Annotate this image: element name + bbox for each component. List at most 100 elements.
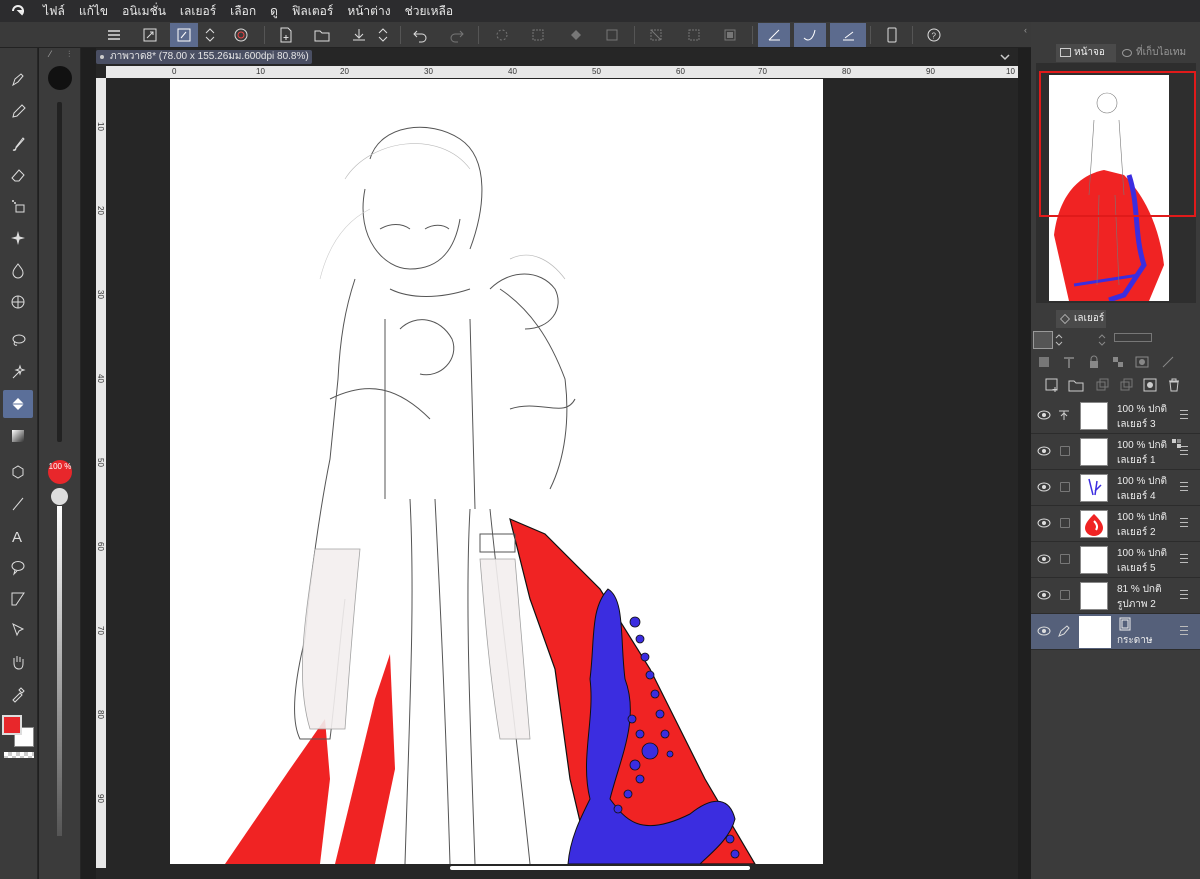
new-file-icon[interactable] bbox=[272, 23, 300, 47]
special-ruler-snap-icon[interactable] bbox=[794, 23, 826, 47]
layer-menu-icon[interactable] bbox=[1180, 626, 1188, 635]
layer-row[interactable]: 81 % ปกติ รูปภาพ 2 bbox=[1031, 578, 1200, 614]
menu-edit[interactable]: แก้ไข bbox=[72, 0, 115, 22]
layer-menu-icon[interactable] bbox=[1180, 446, 1188, 455]
menu-window[interactable]: หน้าต่าง bbox=[340, 0, 397, 22]
blend-mode-stepper-icon[interactable] bbox=[1053, 331, 1067, 349]
menu-select[interactable]: เลือก bbox=[223, 0, 263, 22]
brush-size-slider[interactable] bbox=[57, 102, 62, 442]
reference-layer-icon[interactable] bbox=[1061, 354, 1077, 370]
layer-row[interactable]: 100 % ปกติ เลเยอร์ 4 bbox=[1031, 470, 1200, 506]
loading-icon[interactable] bbox=[488, 23, 516, 47]
transfer-down-icon[interactable] bbox=[1094, 377, 1110, 393]
save-options-stepper-icon[interactable] bbox=[373, 23, 393, 47]
paper-canvas[interactable] bbox=[170, 79, 823, 864]
text-tool-icon[interactable]: A bbox=[3, 522, 33, 550]
3d-object-tool-icon[interactable] bbox=[3, 458, 33, 486]
layer-row-selected[interactable]: กระดาษ bbox=[1031, 614, 1200, 650]
opacity-slider-handle[interactable] bbox=[51, 488, 68, 505]
decoration-tool-icon[interactable] bbox=[3, 224, 33, 252]
smartphone-icon[interactable] bbox=[878, 23, 906, 47]
help-icon[interactable]: ? bbox=[920, 23, 948, 47]
new-raster-layer-icon[interactable] bbox=[1044, 377, 1060, 393]
invert-selection-icon[interactable] bbox=[680, 23, 708, 47]
layer-menu-icon[interactable] bbox=[1180, 482, 1188, 491]
layer-menu-icon[interactable] bbox=[1180, 590, 1188, 599]
balloon-tool-icon[interactable] bbox=[3, 553, 33, 581]
menu-filter[interactable]: ฟิลเตอร์ bbox=[285, 0, 340, 22]
spiral-logo-icon[interactable] bbox=[227, 23, 255, 47]
tab-dropdown-chevron-icon[interactable] bbox=[998, 51, 1014, 65]
blend-tool-icon[interactable] bbox=[3, 256, 33, 284]
deselect-icon[interactable] bbox=[642, 23, 670, 47]
gradient-tool-icon[interactable] bbox=[3, 422, 33, 450]
transform-icon[interactable] bbox=[598, 23, 626, 47]
merge-down-icon[interactable] bbox=[1118, 377, 1134, 393]
undo-icon[interactable] bbox=[406, 23, 434, 47]
tab-material[interactable]: ที่เก็บไอเทม bbox=[1118, 44, 1200, 62]
pen-tool-icon[interactable] bbox=[3, 66, 33, 94]
eyedropper-tool-icon[interactable] bbox=[3, 680, 33, 708]
redo-icon[interactable] bbox=[443, 23, 471, 47]
save-icon[interactable] bbox=[345, 23, 373, 47]
lock-transparency-icon[interactable] bbox=[1110, 354, 1126, 370]
menu-help[interactable]: ช่วยเหลือ bbox=[398, 0, 461, 22]
navigator-preview[interactable] bbox=[1036, 63, 1196, 303]
globe-tool-icon[interactable] bbox=[3, 288, 33, 316]
clear-layer-icon[interactable] bbox=[524, 23, 552, 47]
tab-navigator[interactable]: หน้าจอ bbox=[1056, 44, 1116, 62]
quick-access-tool-icon[interactable] bbox=[170, 23, 198, 47]
layer-row[interactable]: 100 % ปกติ เลเยอร์ 2 bbox=[1031, 506, 1200, 542]
eraser-tool-icon[interactable] bbox=[3, 161, 33, 189]
delete-layer-icon[interactable] bbox=[1166, 377, 1182, 393]
select-all-icon[interactable] bbox=[716, 23, 744, 47]
open-folder-icon[interactable] bbox=[308, 23, 336, 47]
hamburger-menu-icon[interactable] bbox=[100, 23, 128, 47]
eye-icon[interactable] bbox=[1037, 445, 1051, 457]
layer-select-checkbox[interactable] bbox=[1060, 518, 1070, 528]
collapse-panel-icon[interactable]: ‹ bbox=[1024, 25, 1032, 39]
ruler-snap-icon[interactable] bbox=[758, 23, 790, 47]
lasso-tool-icon[interactable] bbox=[3, 326, 33, 354]
layer-select-checkbox[interactable] bbox=[1060, 446, 1070, 456]
brush-tool-icon[interactable] bbox=[3, 130, 33, 158]
layer-menu-icon[interactable] bbox=[1180, 410, 1188, 419]
layer-menu-icon[interactable] bbox=[1180, 554, 1188, 563]
toolbar-stepper-icon[interactable] bbox=[200, 23, 220, 47]
layer-select-checkbox[interactable] bbox=[1060, 482, 1070, 492]
menu-layer[interactable]: เลเยอร์ bbox=[173, 0, 223, 22]
line-tool-icon[interactable] bbox=[3, 490, 33, 518]
opacity-stepper-icon[interactable] bbox=[1096, 331, 1110, 349]
object-select-tool-icon[interactable] bbox=[3, 616, 33, 644]
fill-tool-icon[interactable] bbox=[3, 390, 33, 418]
lock-layer-icon[interactable] bbox=[1086, 354, 1102, 370]
auto-select-tool-icon[interactable] bbox=[3, 358, 33, 386]
menu-animation[interactable]: อนิเมชั่น bbox=[115, 0, 173, 22]
transparent-color-swatch[interactable] bbox=[4, 752, 34, 758]
blend-mode-button[interactable] bbox=[1033, 331, 1053, 349]
pencil-tool-icon[interactable] bbox=[3, 98, 33, 126]
document-tab[interactable]: ภาพวาด8* (78.00 x 155.26มม.600dpi 80.8%) bbox=[96, 50, 312, 64]
clip-layer-icon[interactable] bbox=[1036, 354, 1052, 370]
layer-mask-icon[interactable] bbox=[1142, 377, 1158, 393]
menu-file[interactable]: ไฟล์ bbox=[36, 0, 72, 22]
opacity-slider-track[interactable] bbox=[57, 506, 62, 836]
app-logo-icon[interactable] bbox=[0, 0, 36, 22]
airbrush-tool-icon[interactable] bbox=[3, 192, 33, 220]
fit-screen-icon[interactable] bbox=[136, 23, 164, 47]
layer-select-checkbox[interactable] bbox=[1060, 590, 1070, 600]
eye-icon[interactable] bbox=[1037, 409, 1051, 421]
eye-icon[interactable] bbox=[1037, 481, 1051, 493]
hand-tool-icon[interactable] bbox=[3, 648, 33, 676]
fill-icon[interactable] bbox=[562, 23, 590, 47]
eye-icon[interactable] bbox=[1037, 517, 1051, 529]
mask-enable-icon[interactable] bbox=[1134, 354, 1150, 370]
main-color-front[interactable] bbox=[2, 715, 22, 735]
grid-snap-icon[interactable] bbox=[830, 23, 866, 47]
layer-select-checkbox[interactable] bbox=[1060, 554, 1070, 564]
tab-layers[interactable]: เลเยอร์ bbox=[1056, 310, 1106, 328]
menu-view[interactable]: ดู bbox=[263, 0, 285, 22]
layer-opacity-slider[interactable] bbox=[1114, 333, 1152, 342]
eye-icon[interactable] bbox=[1037, 553, 1051, 565]
new-folder-icon[interactable] bbox=[1068, 377, 1084, 393]
